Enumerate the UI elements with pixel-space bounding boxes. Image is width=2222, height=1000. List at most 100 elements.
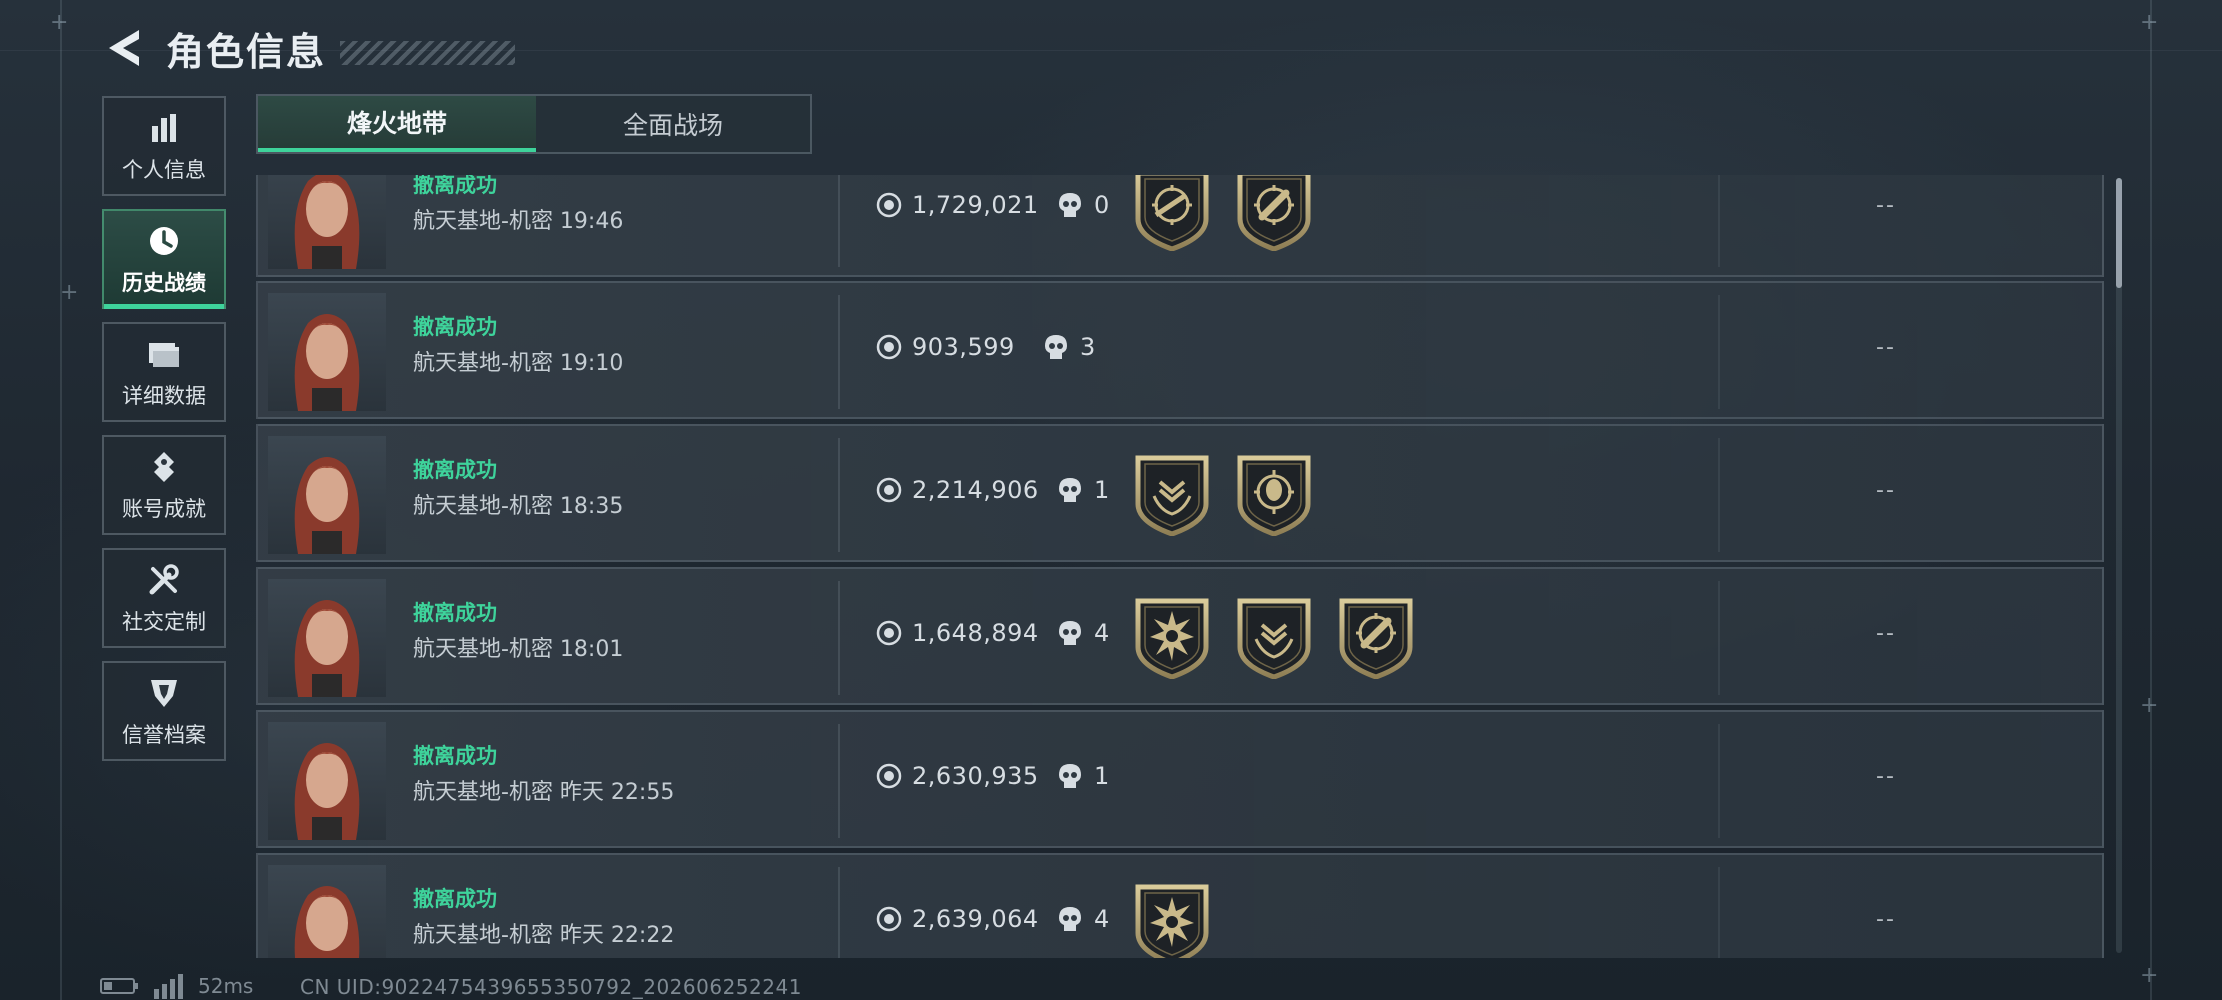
sidebar-item-history[interactable]: 历史战绩 — [102, 209, 226, 309]
extra-value: -- — [1876, 478, 1896, 503]
map-and-time: 航天基地-机密 19:10 — [413, 351, 624, 376]
bar-chart-icon — [144, 108, 184, 148]
clock-history-icon — [144, 221, 184, 261]
back-button[interactable] — [100, 23, 148, 73]
chevron-laurel-badge-icon[interactable] — [1134, 452, 1210, 536]
badge-list — [1134, 175, 1338, 251]
loot-value: 2,214,906 — [876, 476, 1039, 504]
extraction-status: 撤离成功 — [413, 601, 497, 625]
kill-count-text: 4 — [1094, 619, 1110, 647]
divider — [1718, 867, 1720, 958]
extraction-status: 撤离成功 — [413, 458, 497, 482]
kill-count: 4 — [1058, 619, 1109, 647]
coin-icon — [876, 192, 902, 218]
frame-line-right — [2150, 0, 2152, 1000]
loot-value-text: 2,630,935 — [912, 762, 1039, 790]
sidebar-item-detailed-data[interactable]: 详细数据 — [102, 322, 226, 422]
match-history-list[interactable]: 撤离成功 航天基地-机密 19:46 1,729,021 0 -- 撤离成功 航… — [256, 175, 2106, 958]
extra-value: -- — [1876, 907, 1896, 932]
coin-icon — [876, 906, 902, 932]
badge-list — [1134, 881, 1236, 958]
frame-line-left — [60, 0, 62, 1000]
list-item[interactable]: 撤离成功 航天基地-机密 19:10 903,599 3 -- — [256, 281, 2104, 419]
loot-value: 903,599 — [876, 333, 1015, 361]
sidebar-item-personal-info[interactable]: 个人信息 — [102, 96, 226, 196]
skull-icon — [1059, 907, 1081, 931]
loot-value-text: 2,639,064 — [912, 905, 1039, 933]
kill-count: 0 — [1058, 191, 1109, 219]
tab-full-battlefield[interactable]: 全面战场 — [536, 96, 810, 152]
sidebar-item-label: 详细数据 — [122, 384, 206, 408]
tools-icon — [144, 560, 184, 600]
list-item[interactable]: 撤离成功 航天基地-机密 18:35 2,214,906 1 -- — [256, 424, 2104, 562]
avatar — [268, 865, 386, 958]
scrollbar-track[interactable] — [2116, 178, 2122, 953]
crosshair-mark-icon: + — [50, 10, 69, 35]
kill-count: 1 — [1058, 476, 1109, 504]
sidebar-item-reputation[interactable]: 信誉档案 — [102, 661, 226, 761]
sidebar: 个人信息 历史战绩 详细数据 账号成就 社交定制 信誉档案 — [102, 96, 230, 774]
map-and-time: 航天基地-机密 18:01 — [413, 637, 624, 662]
loot-value-text: 2,214,906 — [912, 476, 1039, 504]
skull-icon — [1059, 764, 1081, 788]
extra-value: -- — [1876, 335, 1896, 360]
badge-list — [1134, 452, 1338, 536]
divider — [1718, 724, 1720, 838]
kill-count-text: 0 — [1094, 191, 1110, 219]
divider — [1718, 581, 1720, 695]
loot-value: 2,639,064 — [876, 905, 1039, 933]
divider — [1718, 175, 1720, 267]
coin-icon — [876, 620, 902, 646]
user-uid: CN UID:9022475439655350792_202606252241 — [300, 975, 802, 999]
extraction-status: 撤离成功 — [413, 744, 497, 768]
soldier-target-badge-icon[interactable] — [1236, 452, 1312, 536]
scrollbar-thumb[interactable] — [2116, 178, 2122, 288]
shield-icon — [144, 673, 184, 713]
loot-value-text: 1,648,894 — [912, 619, 1039, 647]
coin-icon — [876, 477, 902, 503]
ping-value: 52ms — [198, 974, 254, 998]
divider — [838, 724, 840, 838]
battery-icon — [100, 978, 138, 994]
divider — [838, 438, 840, 552]
map-and-time: 航天基地-机密 19:46 — [413, 209, 624, 234]
skull-burst-badge-icon[interactable] — [1134, 881, 1210, 958]
list-item[interactable]: 撤离成功 航天基地-机密 18:01 1,648,894 4 -- — [256, 567, 2104, 705]
mode-tabs: 烽火地带 全面战场 — [256, 94, 812, 154]
skull-burst-badge-icon[interactable] — [1134, 595, 1210, 679]
map-and-time: 航天基地-机密 昨天 22:55 — [413, 780, 675, 805]
loot-value-text: 903,599 — [912, 333, 1015, 361]
loot-value: 2,630,935 — [876, 762, 1039, 790]
page-header: 角色信息 — [100, 18, 516, 78]
skull-icon — [1045, 335, 1067, 359]
sidebar-item-achievements[interactable]: 账号成就 — [102, 435, 226, 535]
list-item[interactable]: 撤离成功 航天基地-机密 昨天 22:55 2,630,935 1 -- — [256, 710, 2104, 848]
kill-count-text: 1 — [1094, 476, 1110, 504]
avatar — [268, 293, 386, 411]
sidebar-item-social[interactable]: 社交定制 — [102, 548, 226, 648]
rocket-crosshair-badge-icon[interactable] — [1236, 175, 1312, 251]
extra-value: -- — [1876, 193, 1896, 218]
loot-value: 1,729,021 — [876, 191, 1039, 219]
crosshair-mark-icon: + — [60, 280, 79, 305]
tab-fenghuo-zone[interactable]: 烽火地带 — [258, 96, 536, 152]
sidebar-item-label: 信誉档案 — [122, 723, 206, 747]
back-arrow-icon — [109, 30, 139, 66]
list-item[interactable]: 撤离成功 航天基地-机密 昨天 22:22 2,639,064 4 -- — [256, 853, 2104, 958]
kill-count: 4 — [1058, 905, 1109, 933]
sidebar-item-label: 历史战绩 — [122, 271, 206, 295]
skull-icon — [1059, 193, 1081, 217]
list-item[interactable]: 撤离成功 航天基地-机密 19:46 1,729,021 0 -- — [256, 175, 2104, 277]
kill-count-text: 3 — [1080, 333, 1096, 361]
divider — [838, 867, 840, 958]
extra-value: -- — [1876, 764, 1896, 789]
kill-count: 3 — [1044, 333, 1095, 361]
rocket-crosshair-badge-icon[interactable] — [1338, 595, 1414, 679]
skull-icon — [1059, 621, 1081, 645]
avatar — [268, 722, 386, 840]
chevron-laurel-badge-icon[interactable] — [1236, 595, 1312, 679]
extraction-status: 撤离成功 — [413, 887, 497, 911]
rifle-crosshair-badge-icon[interactable] — [1134, 175, 1210, 251]
badge-list — [1134, 595, 1440, 679]
extraction-status: 撤离成功 — [413, 315, 497, 339]
